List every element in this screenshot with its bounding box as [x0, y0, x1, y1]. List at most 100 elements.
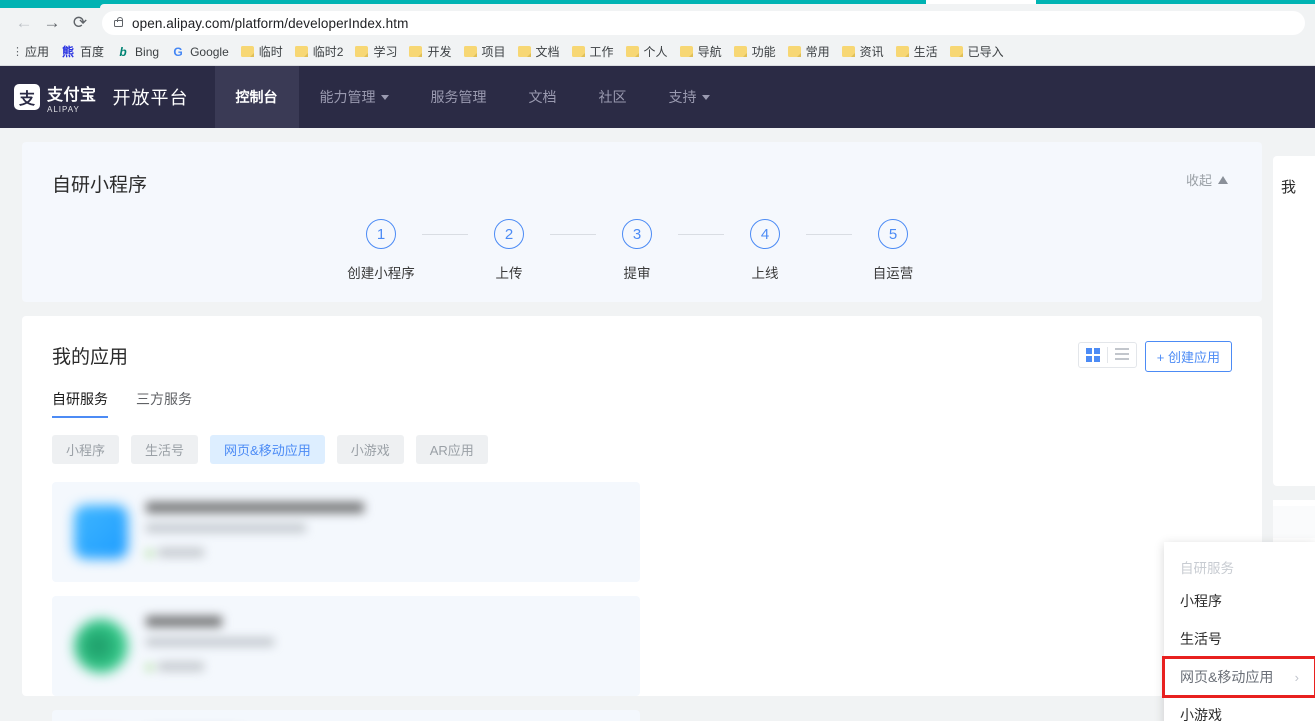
- step-4[interactable]: 4 上线: [724, 219, 806, 282]
- app-icon: [74, 505, 128, 559]
- folder-icon: [463, 46, 477, 57]
- collapse-toggle[interactable]: 收起: [1186, 170, 1228, 189]
- filter-chip-lifestyle[interactable]: 生活号: [131, 435, 199, 464]
- bookmark-folder[interactable]: 已导入: [944, 41, 1010, 63]
- card-title: 自研小程序: [52, 175, 148, 196]
- step-number: 2: [494, 219, 524, 249]
- view-mode-toggle[interactable]: [1078, 342, 1137, 368]
- bookmark-folder[interactable]: 临时2: [289, 41, 350, 63]
- bookmark-folder[interactable]: 开发: [403, 41, 457, 63]
- collapse-label: 收起: [1185, 173, 1212, 188]
- list-view-button[interactable]: [1108, 347, 1136, 363]
- bookmark-label: 已导入: [967, 45, 1004, 59]
- step-number: 3: [622, 219, 652, 249]
- filter-chip-miniprogram[interactable]: 小程序: [52, 435, 120, 464]
- bookmark-folder[interactable]: 临时: [235, 41, 289, 63]
- step-3[interactable]: 3 提审: [596, 219, 678, 282]
- app-tile[interactable]: [52, 710, 640, 721]
- grid-view-button[interactable]: [1079, 348, 1107, 362]
- bookmark-folder[interactable]: 项目: [458, 41, 512, 63]
- bookmark-label: 项目: [481, 45, 506, 59]
- menu-item-web-mobile[interactable]: 网页&移动应用 ›: [1162, 656, 1315, 698]
- bing-icon: b: [119, 44, 127, 59]
- nav-label: 控制台: [235, 89, 278, 105]
- back-icon[interactable]: ←: [10, 9, 38, 37]
- tab-self-developed[interactable]: 自研服务: [52, 389, 108, 418]
- step-2[interactable]: 2 上传: [468, 219, 550, 282]
- bookmark-baidu[interactable]: 熊 百度: [55, 41, 110, 63]
- step-label: 上传: [495, 266, 523, 281]
- bookmark-google[interactable]: G Google: [165, 41, 235, 63]
- bookmark-apps[interactable]: ⋮ 应用: [6, 41, 55, 63]
- step-label: 上线: [751, 266, 779, 281]
- menu-item-label: 网页&移动应用: [1180, 669, 1274, 685]
- nav-item-service[interactable]: 服务管理: [410, 66, 508, 128]
- browser-tab-strip[interactable]: [0, 0, 1315, 8]
- bookmarks-bar: ⋮ 应用 熊 百度 b Bing G Google 临时 临时2 学习 开发 项…: [0, 38, 1315, 66]
- tab-third-party[interactable]: 三方服务: [136, 389, 192, 418]
- step-5[interactable]: 5 自运营: [852, 219, 934, 282]
- tab-label: 三方服务: [136, 391, 192, 407]
- bookmark-folder[interactable]: 资讯: [836, 41, 890, 63]
- lock-icon: [114, 16, 123, 27]
- bookmark-label: 个人: [643, 45, 668, 59]
- address-bar[interactable]: open.alipay.com/platform/developerIndex.…: [102, 11, 1305, 35]
- bookmark-folder[interactable]: 个人: [620, 41, 674, 63]
- bookmark-folder[interactable]: 学习: [349, 41, 403, 63]
- menu-item-minigame[interactable]: 小游戏: [1164, 696, 1315, 721]
- menu-item-miniprogram[interactable]: 小程序: [1164, 582, 1315, 620]
- filter-chip-minigame[interactable]: 小游戏: [336, 435, 404, 464]
- site-nav: 控制台 能力管理 服务管理 文档 社区 支持: [214, 66, 731, 128]
- reload-icon[interactable]: ⟳: [66, 9, 94, 37]
- step-connector: [422, 234, 468, 235]
- folder-icon: [679, 46, 693, 57]
- step-1[interactable]: 1 创建小程序: [340, 219, 422, 282]
- menu-group-label-self-developed: 自研服务: [1180, 561, 1234, 576]
- bookmark-bing[interactable]: b Bing: [110, 41, 165, 63]
- nav-label: 能力管理: [319, 89, 376, 105]
- bookmark-label: 资讯: [859, 45, 884, 59]
- nav-item-docs[interactable]: 文档: [508, 66, 578, 128]
- bookmark-folder[interactable]: 工作: [566, 41, 620, 63]
- nav-label: 文档: [528, 89, 557, 105]
- nav-label: 支持: [668, 89, 697, 105]
- forward-icon[interactable]: →: [38, 9, 66, 37]
- nav-item-capability[interactable]: 能力管理: [299, 66, 410, 128]
- bookmark-label: 学习: [373, 45, 398, 59]
- nav-item-support[interactable]: 支持: [648, 66, 731, 128]
- folder-icon: [841, 46, 855, 57]
- app-tile[interactable]: [52, 596, 640, 696]
- nav-label: 服务管理: [430, 89, 487, 105]
- nav-item-console[interactable]: 控制台: [214, 66, 299, 128]
- bookmark-label: 生活: [913, 45, 938, 59]
- grid-view-icon: [1086, 348, 1100, 362]
- bookmark-label: Bing: [135, 44, 160, 59]
- brand-logo[interactable]: 支 支付宝 ALIPAY 开放平台: [0, 66, 215, 128]
- app-tile[interactable]: [52, 482, 640, 582]
- apps-tabs: 自研服务 三方服务: [52, 389, 1232, 418]
- filter-chip-ar[interactable]: AR应用: [415, 435, 488, 464]
- tab-strip-edge: [100, 4, 1315, 8]
- create-app-button[interactable]: + 创建应用: [1144, 341, 1232, 372]
- self-dev-miniprogram-card: 自研小程序 收起 1 创建小程序 2 上传 3 提审 4 上线 5 自运营: [22, 142, 1262, 302]
- bookmark-folder[interactable]: 常用: [782, 41, 836, 63]
- bookmark-label: 工作: [589, 45, 614, 59]
- bookmark-folder[interactable]: 生活: [890, 41, 944, 63]
- bookmark-label: 常用: [805, 45, 830, 59]
- tab-label: 自研服务: [52, 391, 108, 407]
- nav-item-community[interactable]: 社区: [578, 66, 648, 128]
- bookmark-label: 功能: [751, 45, 776, 59]
- app-subtitle-redacted: [146, 524, 306, 532]
- menu-item-lifestyle[interactable]: 生活号: [1164, 620, 1315, 658]
- bookmark-folder[interactable]: 文档: [512, 41, 566, 63]
- browser-toolbar: ← → ⟳ open.alipay.com/platform/developer…: [0, 8, 1315, 38]
- filter-chip-web-mobile[interactable]: 网页&移动应用: [210, 435, 325, 464]
- right-panel-list-header: [1273, 506, 1315, 538]
- folder-icon: [625, 46, 639, 57]
- bookmark-folder[interactable]: 功能: [728, 41, 782, 63]
- step-number: 4: [750, 219, 780, 249]
- app-icon: [74, 619, 128, 673]
- bookmark-folder[interactable]: 导航: [674, 41, 728, 63]
- bookmark-label: Google: [190, 44, 229, 59]
- folder-icon: [949, 46, 963, 57]
